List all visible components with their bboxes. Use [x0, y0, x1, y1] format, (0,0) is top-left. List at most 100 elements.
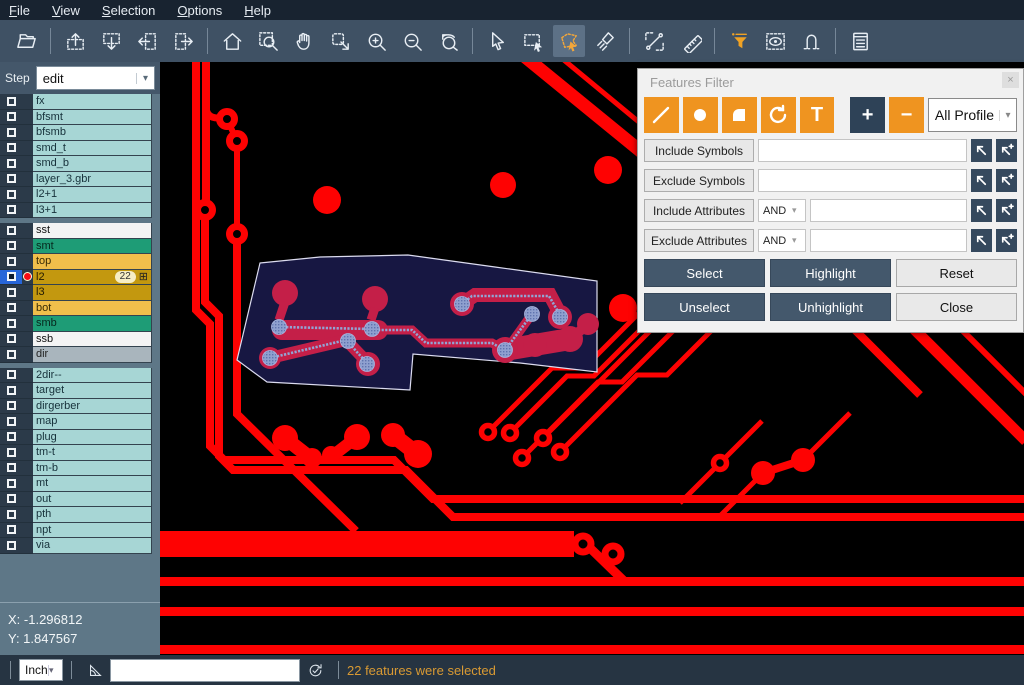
- pick-attribute-button[interactable]: [971, 199, 992, 222]
- layer-visibility-checkbox[interactable]: [0, 239, 22, 255]
- pan-up-button[interactable]: [59, 25, 91, 57]
- exclude-symbols-button[interactable]: Exclude Symbols: [644, 169, 754, 192]
- pan-hand-button[interactable]: [288, 25, 320, 57]
- exclude-attributes-input[interactable]: [810, 229, 967, 252]
- layer-visibility-checkbox[interactable]: [0, 332, 22, 348]
- layer-active-indicator[interactable]: [22, 187, 33, 203]
- layer-visibility-checkbox[interactable]: [0, 383, 22, 399]
- include-attributes-operator-dropdown[interactable]: AND ▾: [758, 199, 806, 222]
- layer-visibility-checkbox[interactable]: [0, 270, 22, 286]
- layer-visibility-checkbox[interactable]: [0, 347, 22, 363]
- layer-active-indicator[interactable]: [22, 383, 33, 399]
- menu-selection[interactable]: Selection: [102, 3, 155, 18]
- home-view-button[interactable]: [216, 25, 248, 57]
- angle-mode-button[interactable]: [84, 659, 106, 681]
- layer-active-indicator[interactable]: [22, 110, 33, 126]
- layer-name[interactable]: fx: [33, 94, 152, 110]
- measure-button[interactable]: [638, 25, 670, 57]
- layer-name[interactable]: l2+1: [33, 187, 152, 203]
- pad-feature-button[interactable]: [683, 97, 718, 133]
- sync-status-button[interactable]: [304, 659, 326, 681]
- layer-visibility-checkbox[interactable]: [0, 476, 22, 492]
- layer-visibility-checkbox[interactable]: [0, 461, 22, 477]
- layer-name[interactable]: l3+1: [33, 203, 152, 219]
- layer-active-indicator[interactable]: [22, 156, 33, 172]
- layer-active-indicator[interactable]: [22, 507, 33, 523]
- layer-active-indicator[interactable]: [22, 399, 33, 415]
- layer-visibility-checkbox[interactable]: [0, 430, 22, 446]
- layer-name[interactable]: out: [33, 492, 152, 508]
- close-button[interactable]: Close: [896, 293, 1017, 321]
- layer-active-indicator[interactable]: [22, 476, 33, 492]
- layer-name[interactable]: l3: [33, 285, 152, 301]
- layer-name[interactable]: top: [33, 254, 152, 270]
- layer-active-indicator[interactable]: [22, 301, 33, 317]
- snap-button[interactable]: [795, 25, 827, 57]
- layer-name[interactable]: mt: [33, 476, 152, 492]
- exclude-attributes-button[interactable]: Exclude Attributes: [644, 229, 754, 252]
- layer-name[interactable]: smd_t: [33, 141, 152, 157]
- include-attributes-button[interactable]: Include Attributes: [644, 199, 754, 222]
- pan-right-button[interactable]: [167, 25, 199, 57]
- layer-visibility-checkbox[interactable]: [0, 187, 22, 203]
- layer-visibility-checkbox[interactable]: [0, 492, 22, 508]
- remove-filter-button[interactable]: −: [889, 97, 924, 133]
- layer-name[interactable]: smb: [33, 316, 152, 332]
- layer-active-indicator[interactable]: [22, 254, 33, 270]
- line-feature-button[interactable]: [644, 97, 679, 133]
- unhighlight-button[interactable]: Unhighlight: [770, 293, 891, 321]
- layer-visibility-checkbox[interactable]: [0, 414, 22, 430]
- layer-active-indicator[interactable]: [22, 223, 33, 239]
- layer-active-indicator[interactable]: [22, 368, 33, 384]
- layer-name[interactable]: l222⊞: [33, 270, 152, 286]
- highlight-button[interactable]: Highlight: [770, 259, 891, 287]
- menu-options[interactable]: Options: [177, 3, 222, 18]
- include-symbols-button[interactable]: Include Symbols: [644, 139, 754, 162]
- layer-name[interactable]: map: [33, 414, 152, 430]
- pick-symbol-button[interactable]: [971, 169, 992, 192]
- layer-visibility-checkbox[interactable]: [0, 156, 22, 172]
- layer-active-indicator[interactable]: [22, 270, 33, 286]
- layer-name[interactable]: tm-t: [33, 445, 152, 461]
- layer-active-indicator[interactable]: [22, 125, 33, 141]
- unselect-button[interactable]: Unselect: [644, 293, 765, 321]
- layer-visibility-checkbox[interactable]: [0, 172, 22, 188]
- layer-name[interactable]: dir: [33, 347, 152, 363]
- layer-active-indicator[interactable]: [22, 523, 33, 539]
- layer-visibility-checkbox[interactable]: [0, 110, 22, 126]
- layer-name[interactable]: 2dir--: [33, 368, 152, 384]
- surface-feature-button[interactable]: [722, 97, 757, 133]
- pick-add-symbol-button[interactable]: [996, 169, 1017, 192]
- layer-name[interactable]: bfsmt: [33, 110, 152, 126]
- layer-active-indicator[interactable]: [22, 141, 33, 157]
- layer-name[interactable]: smd_b: [33, 156, 152, 172]
- layer-name[interactable]: layer_3.gbr: [33, 172, 152, 188]
- polygon-select-button[interactable]: [553, 25, 585, 57]
- exclude-attributes-operator-dropdown[interactable]: AND ▾: [758, 229, 806, 252]
- menu-file[interactable]: File: [9, 3, 30, 18]
- zoom-out-button[interactable]: [396, 25, 428, 57]
- layer-active-indicator[interactable]: [22, 316, 33, 332]
- profile-dropdown[interactable]: All Profile ▾: [928, 98, 1017, 132]
- exclude-symbols-input[interactable]: [758, 169, 967, 192]
- text-feature-button[interactable]: T: [800, 97, 835, 133]
- unit-dropdown[interactable]: Inch ▾: [19, 659, 63, 681]
- layer-visibility-checkbox[interactable]: [0, 223, 22, 239]
- layer-name[interactable]: dirgerber: [33, 399, 152, 415]
- layer-visibility-checkbox[interactable]: [0, 125, 22, 141]
- layer-active-indicator[interactable]: [22, 430, 33, 446]
- zoom-window-button[interactable]: [252, 25, 284, 57]
- layer-active-indicator[interactable]: [22, 445, 33, 461]
- layer-active-indicator[interactable]: [22, 492, 33, 508]
- layer-name[interactable]: pth: [33, 507, 152, 523]
- layer-active-indicator[interactable]: [22, 461, 33, 477]
- add-filter-button[interactable]: +: [850, 97, 885, 133]
- layer-name[interactable]: smt: [33, 239, 152, 255]
- rectangle-select-button[interactable]: [517, 25, 549, 57]
- move-view-button[interactable]: [324, 25, 356, 57]
- layer-visibility-checkbox[interactable]: [0, 141, 22, 157]
- zoom-in-button[interactable]: [360, 25, 392, 57]
- pick-symbol-button[interactable]: [971, 139, 992, 162]
- layer-active-indicator[interactable]: [22, 285, 33, 301]
- layer-visibility-checkbox[interactable]: [0, 301, 22, 317]
